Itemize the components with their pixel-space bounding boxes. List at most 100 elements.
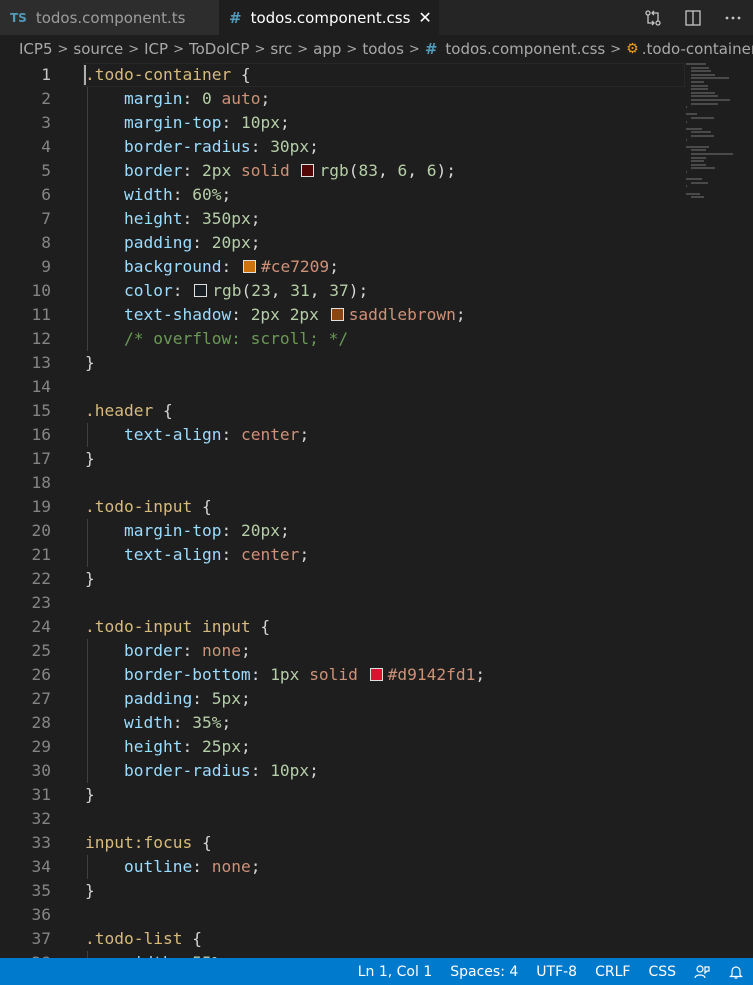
code-line[interactable]: 1 .todo-container { bbox=[0, 63, 753, 87]
line-number: 13 bbox=[31, 353, 52, 372]
tab-todos-component-ts[interactable]: TS todos.component.ts bbox=[0, 0, 219, 35]
code-text: } bbox=[85, 785, 95, 804]
breadcrumb-item[interactable]: ICP bbox=[144, 40, 168, 58]
close-icon[interactable]: ✕ bbox=[418, 8, 431, 27]
chevron-right-icon: > bbox=[610, 41, 622, 57]
line-number: 3 bbox=[41, 113, 51, 132]
code-line[interactable]: 17} bbox=[0, 447, 753, 471]
split-editor-icon[interactable] bbox=[673, 0, 713, 35]
breadcrumb-item[interactable]: src bbox=[270, 40, 292, 58]
code-text: border: 2px solid rgb(83, 6, 6); bbox=[123, 161, 456, 180]
code-line[interactable]: 11 text-shadow: 2px 2px saddlebrown; bbox=[0, 303, 753, 327]
eol-setting[interactable]: CRLF bbox=[586, 958, 639, 985]
code-line[interactable]: 2 margin: 0 auto; bbox=[0, 87, 753, 111]
code-line[interactable]: 7 height: 350px; bbox=[0, 207, 753, 231]
encoding-setting[interactable]: UTF-8 bbox=[527, 958, 586, 985]
code-line[interactable]: 25 border: none; bbox=[0, 639, 753, 663]
tab-label: todos.component.css bbox=[250, 8, 411, 27]
code-line[interactable]: 9 background: #ce7209; bbox=[0, 255, 753, 279]
code-line[interactable]: 34 outline: none; bbox=[0, 855, 753, 879]
code-line[interactable]: 8 padding: 20px; bbox=[0, 231, 753, 255]
breadcrumb-item[interactable]: source bbox=[73, 40, 123, 58]
editor-tab-bar: TS todos.component.ts # todos.component.… bbox=[0, 0, 753, 35]
breadcrumb-symbol[interactable]: .todo-container bbox=[642, 40, 753, 58]
code-line[interactable]: 36 bbox=[0, 903, 753, 927]
line-number: 26 bbox=[31, 665, 52, 684]
line-number: 6 bbox=[41, 185, 51, 204]
code-text: } bbox=[85, 569, 95, 588]
indentation-setting[interactable]: Spaces: 4 bbox=[441, 958, 527, 985]
code-line[interactable]: 18 bbox=[0, 471, 753, 495]
code-line[interactable]: 5 border: 2px solid rgb(83, 6, 6); bbox=[0, 159, 753, 183]
code-text: border-radius: 30px; bbox=[123, 137, 319, 156]
code-text: width: 60%; bbox=[123, 185, 232, 204]
code-line[interactable]: 33 input:focus { bbox=[0, 831, 753, 855]
color-swatch[interactable] bbox=[330, 308, 344, 321]
code-line[interactable]: 14 bbox=[0, 375, 753, 399]
more-actions-icon[interactable] bbox=[713, 0, 753, 35]
line-number: 16 bbox=[31, 425, 52, 444]
code-line[interactable]: 20 margin-top: 20px; bbox=[0, 519, 753, 543]
line-number: 32 bbox=[31, 809, 52, 828]
code-text: margin-top: 20px; bbox=[123, 521, 290, 540]
color-swatch[interactable] bbox=[242, 260, 256, 273]
breadcrumb-item[interactable]: todos bbox=[362, 40, 404, 58]
color-swatch[interactable] bbox=[194, 284, 208, 297]
code-line[interactable]: 35} bbox=[0, 879, 753, 903]
code-line[interactable]: 3 margin-top: 10px; bbox=[0, 111, 753, 135]
code-line[interactable]: 23 bbox=[0, 591, 753, 615]
line-number: 20 bbox=[31, 521, 52, 540]
line-number: 24 bbox=[31, 617, 52, 636]
code-text: margin: 0 auto; bbox=[123, 89, 271, 108]
text-cursor bbox=[84, 65, 86, 85]
tab-todos-component-css[interactable]: # todos.component.css ✕ bbox=[219, 0, 439, 35]
line-number: 1 bbox=[41, 65, 51, 84]
code-line[interactable]: 38 width: 55%; bbox=[0, 951, 753, 958]
status-bar: Ln 1, Col 1 Spaces: 4 UTF-8 CRLF CSS bbox=[0, 958, 753, 985]
line-number: 27 bbox=[31, 689, 52, 708]
chevron-right-icon: > bbox=[408, 41, 420, 57]
code-line[interactable]: 24 .todo-input input { bbox=[0, 615, 753, 639]
color-swatch[interactable] bbox=[301, 164, 315, 177]
code-line[interactable]: 10 color: rgb(23, 31, 37); bbox=[0, 279, 753, 303]
code-line[interactable]: 4 border-radius: 30px; bbox=[0, 135, 753, 159]
code-line[interactable]: 27 padding: 5px; bbox=[0, 687, 753, 711]
code-text: } bbox=[85, 881, 95, 900]
code-line[interactable]: 26 border-bottom: 1px solid #d9142fd1; bbox=[0, 663, 753, 687]
line-number: 22 bbox=[31, 569, 52, 588]
cursor-position[interactable]: Ln 1, Col 1 bbox=[349, 958, 442, 985]
code-line[interactable]: 21 text-align: center; bbox=[0, 543, 753, 567]
code-text: .todo-input input { bbox=[85, 617, 271, 636]
feedback-icon[interactable] bbox=[685, 958, 719, 985]
code-line[interactable]: 6 width: 60%; bbox=[0, 183, 753, 207]
line-number: 25 bbox=[31, 641, 52, 660]
bell-icon[interactable] bbox=[719, 958, 753, 985]
line-number: 7 bbox=[41, 209, 51, 228]
code-line[interactable]: 13} bbox=[0, 351, 753, 375]
line-number: 18 bbox=[31, 473, 52, 492]
code-editor[interactable]: 1 .todo-container {2 margin: 0 auto; 3 mar… bbox=[0, 63, 753, 958]
code-line[interactable]: 32 bbox=[0, 807, 753, 831]
breadcrumb-item[interactable]: ToDoICP bbox=[189, 40, 249, 58]
line-number: 34 bbox=[31, 857, 52, 876]
code-line[interactable]: 31} bbox=[0, 783, 753, 807]
language-mode[interactable]: CSS bbox=[639, 958, 685, 985]
breadcrumb-item[interactable]: app bbox=[313, 40, 341, 58]
code-line[interactable]: 19 .todo-input { bbox=[0, 495, 753, 519]
code-line[interactable]: 15 .header { bbox=[0, 399, 753, 423]
code-line[interactable]: 29 height: 25px; bbox=[0, 735, 753, 759]
breadcrumb-file[interactable]: todos.component.css bbox=[445, 40, 605, 58]
code-line[interactable]: 37 .todo-list { bbox=[0, 927, 753, 951]
color-swatch[interactable] bbox=[369, 668, 383, 681]
line-number: 4 bbox=[41, 137, 51, 156]
code-text: height: 350px; bbox=[123, 209, 261, 228]
compare-changes-icon[interactable] bbox=[633, 0, 673, 35]
code-line[interactable]: 16 text-align: center; bbox=[0, 423, 753, 447]
breadcrumb-item[interactable]: ICP5 bbox=[19, 40, 53, 58]
code-line[interactable]: 22} bbox=[0, 567, 753, 591]
code-line[interactable]: 12 /* overflow: scroll; */ bbox=[0, 327, 753, 351]
code-text: .header { bbox=[85, 401, 173, 420]
code-line[interactable]: 30 border-radius: 10px; bbox=[0, 759, 753, 783]
code-text: } bbox=[85, 449, 95, 468]
code-line[interactable]: 28 width: 35%; bbox=[0, 711, 753, 735]
